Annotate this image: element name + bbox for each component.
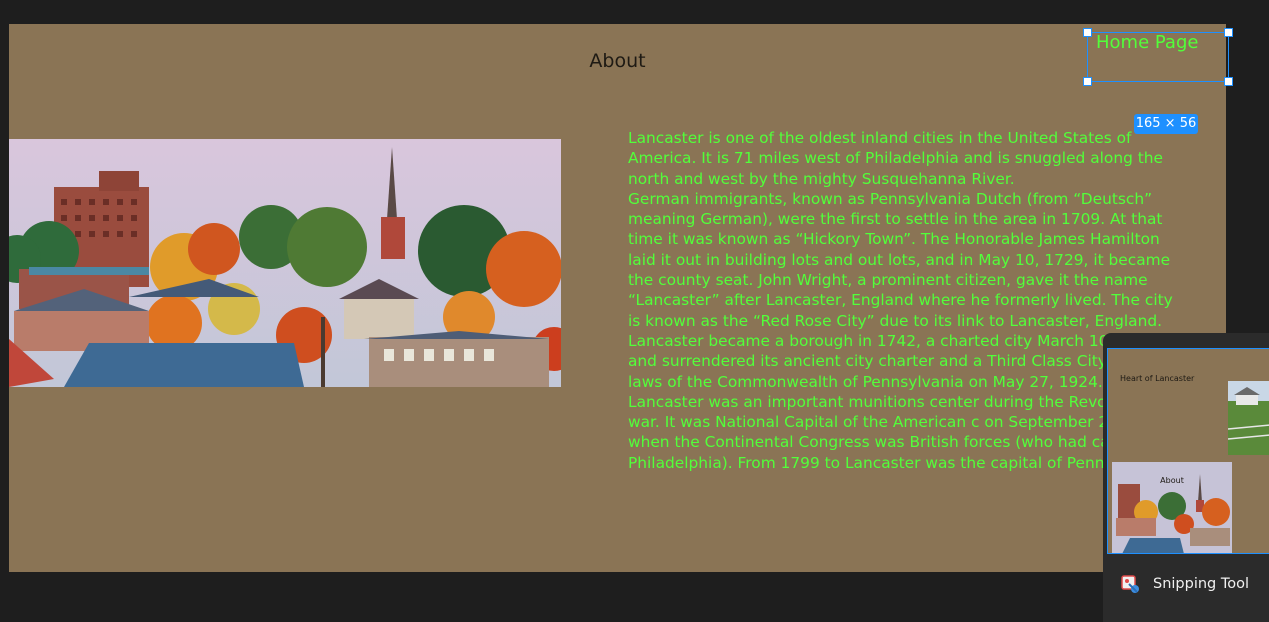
page-title: About bbox=[589, 50, 646, 72]
snipping-tool-footer[interactable]: Snipping Tool bbox=[1103, 570, 1269, 600]
snipping-tool-label: Snipping Tool bbox=[1153, 576, 1250, 592]
thumbnail-heading: Heart of Lancaster bbox=[1120, 374, 1195, 383]
thumbnail-about-section: About bbox=[1112, 462, 1232, 553]
resize-handle-top-left[interactable] bbox=[1083, 28, 1092, 37]
screenshot-thumbnail[interactable]: Heart of Lancaster About bbox=[1107, 348, 1269, 554]
hero-image bbox=[9, 139, 561, 387]
design-frame[interactable]: About Lancaster is one of the oldest inl… bbox=[9, 24, 1226, 572]
home-page-link[interactable]: Home Page bbox=[1096, 32, 1198, 53]
thumbnail-about-label: About bbox=[1160, 476, 1184, 485]
thumbnail-field-image bbox=[1228, 381, 1269, 455]
about-paragraph: Lancaster is one of the oldest inland ci… bbox=[628, 129, 1164, 188]
resize-handle-bottom-right[interactable] bbox=[1224, 77, 1233, 86]
snipping-tool-icon bbox=[1121, 575, 1141, 595]
resize-handle-top-right[interactable] bbox=[1224, 28, 1233, 37]
selected-home-page-link[interactable]: Home Page bbox=[1083, 28, 1233, 86]
snipping-tool-popup[interactable]: Heart of Lancaster About Snipping Tool bbox=[1103, 333, 1269, 622]
selection-dimensions-badge: 165 × 56 bbox=[1134, 114, 1198, 134]
resize-handle-bottom-left[interactable] bbox=[1083, 77, 1092, 86]
